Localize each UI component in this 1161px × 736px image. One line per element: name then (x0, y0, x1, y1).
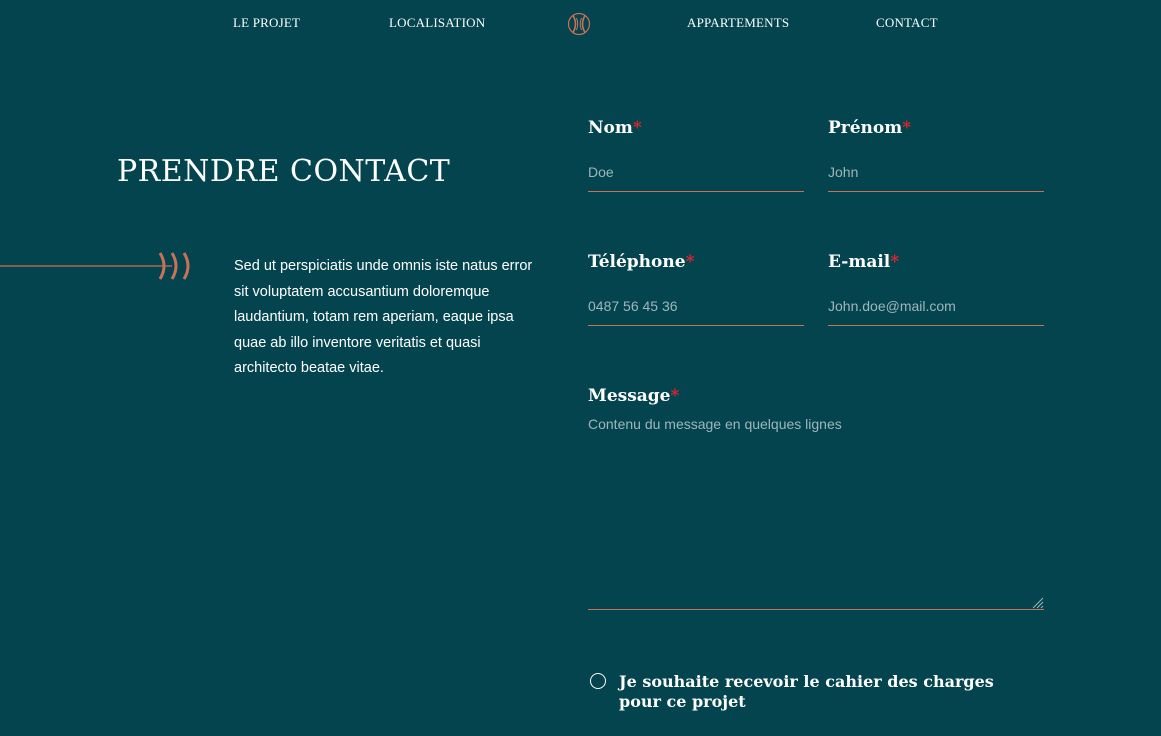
required-asterisk: * (902, 118, 912, 138)
email-field: E-mail* (828, 252, 1044, 326)
logo-inner-left-arc (576, 17, 579, 31)
prenom-field: Prénom* (828, 118, 1044, 192)
cahier-checkbox[interactable] (590, 673, 606, 689)
message-textarea[interactable] (588, 416, 1044, 610)
required-asterisk: * (632, 118, 642, 138)
page-title: PRENDRE CONTACT (117, 154, 451, 189)
brand-logo-svg (567, 12, 591, 36)
chevron-3 (182, 252, 190, 280)
nav-link-contact[interactable]: CONTACT (876, 15, 938, 31)
logo-right-arc (581, 15, 586, 33)
resize-grip-line (1040, 605, 1044, 609)
cahier-checkbox-label: Je souhaite recevoir le cahier des charg… (619, 672, 994, 711)
brand-logo-icon[interactable] (567, 12, 591, 36)
nav-link-le-projet[interactable]: LE PROJET (233, 15, 300, 31)
nav-link-localisation[interactable]: LOCALISATION (389, 15, 485, 31)
logo-inner-right-arc (579, 17, 582, 31)
logo-ring (567, 12, 591, 36)
logo-left-arc (572, 15, 577, 33)
required-asterisk: * (685, 252, 695, 272)
arrow-chevrons-icon (0, 252, 200, 280)
nom-field: Nom* (588, 118, 804, 192)
message-label: Message* (588, 386, 1044, 406)
telephone-field: Téléphone* (588, 252, 804, 326)
nom-label-text: Nom (588, 118, 633, 138)
resize-handle-icon[interactable] (1030, 595, 1044, 609)
email-label: E-mail* (828, 252, 1044, 272)
nom-label: Nom* (588, 118, 804, 138)
email-input[interactable] (828, 287, 1044, 326)
arrow-chevrons-svg (0, 252, 190, 280)
message-label-text: Message (588, 386, 671, 406)
telephone-input[interactable] (588, 287, 804, 326)
prenom-input[interactable] (828, 153, 1044, 192)
main-nav: LE PROJET LOCALISATION APPARTEMENTS CONT… (0, 0, 1161, 44)
prenom-label-text: Prénom (828, 118, 903, 138)
resize-handle-svg (1032, 597, 1044, 609)
nav-link-appartements[interactable]: APPARTEMENTS (687, 15, 789, 31)
telephone-label: Téléphone* (588, 252, 804, 272)
chevron-2 (170, 252, 178, 280)
prenom-label: Prénom* (828, 118, 1044, 138)
telephone-label-text: Téléphone (588, 252, 686, 272)
intro-text: Sed ut perspiciatis unde omnis iste natu… (234, 258, 533, 377)
required-asterisk: * (670, 386, 680, 406)
message-field: Message* (588, 386, 1044, 610)
email-label-text: E-mail (828, 252, 891, 272)
required-asterisk: * (890, 252, 900, 272)
nom-input[interactable] (588, 153, 804, 192)
